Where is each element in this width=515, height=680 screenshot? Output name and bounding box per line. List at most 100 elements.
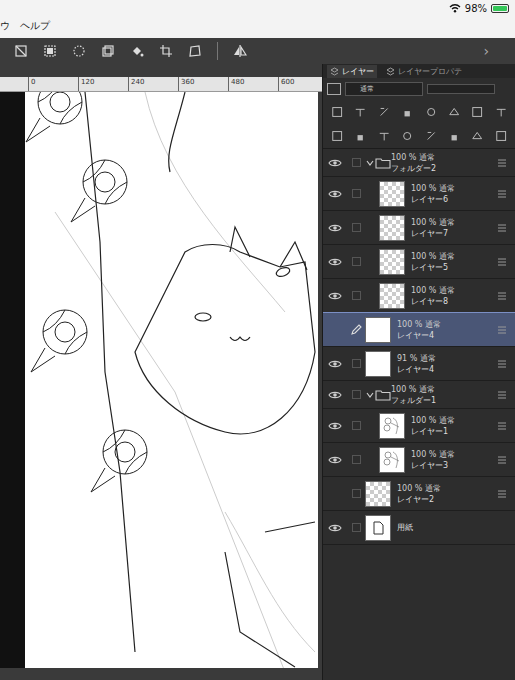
drag-handle[interactable] xyxy=(495,326,509,334)
visibility-toggle[interactable] xyxy=(323,523,347,533)
visibility-toggle[interactable] xyxy=(323,359,347,369)
layer-action-icon[interactable] xyxy=(378,129,390,143)
edit-state[interactable] xyxy=(347,390,365,399)
edit-state[interactable] xyxy=(347,257,365,266)
menu-item[interactable]: ヘルプ xyxy=(20,20,50,32)
drag-handle[interactable] xyxy=(495,360,509,368)
folder-row[interactable]: 100 % 通常フォルダー1 xyxy=(323,381,515,409)
layer-tool-icon[interactable] xyxy=(354,105,366,119)
chevron-icon[interactable] xyxy=(365,390,375,400)
drag-handle[interactable] xyxy=(495,159,509,167)
layer-tool-icon[interactable] xyxy=(401,105,413,119)
eye-icon[interactable] xyxy=(328,523,342,533)
checkbox-icon[interactable] xyxy=(352,359,361,368)
flip-icon[interactable] xyxy=(233,44,247,58)
edit-state[interactable] xyxy=(347,359,365,368)
layer-tool-icon[interactable] xyxy=(425,105,437,119)
panel-collapse-button[interactable]: › xyxy=(483,43,489,59)
layer-row[interactable]: 91 % 通常レイヤー4 xyxy=(323,347,515,381)
drag-handle[interactable] xyxy=(495,190,509,198)
drag-handle[interactable] xyxy=(495,456,509,464)
drag-handle-icon[interactable] xyxy=(497,422,507,430)
layer-tool-icon[interactable] xyxy=(331,105,343,119)
drag-handle-icon[interactable] xyxy=(497,326,507,334)
edit-state[interactable] xyxy=(347,523,365,532)
layer-action-icon[interactable] xyxy=(354,129,366,143)
layer-row[interactable]: 100 % 通常レイヤー3 xyxy=(323,443,515,477)
layer-row[interactable]: 100 % 通常レイヤー2 xyxy=(323,477,515,511)
edit-state[interactable] xyxy=(347,189,365,198)
eye-icon[interactable] xyxy=(328,390,342,400)
visibility-toggle[interactable] xyxy=(323,223,347,233)
drag-handle[interactable] xyxy=(495,490,509,498)
drag-handle-icon[interactable] xyxy=(497,159,507,167)
eye-icon[interactable] xyxy=(328,359,342,369)
eye-icon[interactable] xyxy=(328,455,342,465)
checkbox-icon[interactable] xyxy=(352,223,361,232)
layer-color-box[interactable] xyxy=(327,83,341,95)
copy-icon[interactable] xyxy=(101,44,115,58)
menu-item[interactable]: ウ xyxy=(0,20,10,32)
lasso-icon[interactable] xyxy=(72,44,86,58)
layer-row[interactable]: 100 % 通常レイヤー1 xyxy=(323,409,515,443)
layer-action-icon[interactable] xyxy=(425,129,437,143)
drag-handle-icon[interactable] xyxy=(497,391,507,399)
eye-icon[interactable] xyxy=(328,223,342,233)
drag-handle-icon[interactable] xyxy=(497,360,507,368)
clear-icon[interactable] xyxy=(14,44,28,58)
drag-handle-icon[interactable] xyxy=(497,190,507,198)
layer-tool-icon[interactable] xyxy=(471,105,483,119)
transform-icon[interactable] xyxy=(188,44,202,58)
folder-row[interactable]: 100 % 通常フォルダー2 xyxy=(323,149,515,177)
checkbox-icon[interactable] xyxy=(352,189,361,198)
crop-icon[interactable] xyxy=(159,44,173,58)
drag-handle[interactable] xyxy=(495,391,509,399)
eye-icon[interactable] xyxy=(328,257,342,267)
checkbox-icon[interactable] xyxy=(352,523,361,532)
select-icon[interactable] xyxy=(43,44,57,58)
eye-icon[interactable] xyxy=(328,291,342,301)
drag-handle-icon[interactable] xyxy=(497,490,507,498)
pen-icon[interactable] xyxy=(350,324,362,336)
canvas-artwork[interactable] xyxy=(25,92,318,668)
eye-icon[interactable] xyxy=(328,189,342,199)
visibility-toggle[interactable] xyxy=(323,158,347,168)
visibility-toggle[interactable] xyxy=(323,257,347,267)
edit-state[interactable] xyxy=(347,291,365,300)
layer-action-icon[interactable] xyxy=(471,129,483,143)
drag-handle[interactable] xyxy=(495,224,509,232)
checkbox-icon[interactable] xyxy=(352,158,361,167)
layer-tool-icon[interactable] xyxy=(448,105,460,119)
layer-row[interactable]: 100 % 通常レイヤー4 xyxy=(323,313,515,347)
visibility-toggle[interactable] xyxy=(323,291,347,301)
drag-handle-icon[interactable] xyxy=(497,292,507,300)
fill-icon[interactable] xyxy=(130,44,144,58)
blend-mode-select[interactable]: 通常 xyxy=(345,82,423,96)
checkbox-icon[interactable] xyxy=(352,390,361,399)
layer-row[interactable]: 100 % 通常レイヤー7 xyxy=(323,211,515,245)
drag-handle-icon[interactable] xyxy=(497,224,507,232)
eye-icon[interactable] xyxy=(328,158,342,168)
edit-state[interactable] xyxy=(347,489,365,498)
edit-state[interactable] xyxy=(347,324,365,336)
layer-row[interactable]: 100 % 通常レイヤー6 xyxy=(323,177,515,211)
layer-row[interactable]: 100 % 通常レイヤー8 xyxy=(323,279,515,313)
checkbox-icon[interactable] xyxy=(352,421,361,430)
visibility-toggle[interactable] xyxy=(323,455,347,465)
drag-handle[interactable] xyxy=(495,422,509,430)
layer-row[interactable]: 100 % 通常レイヤー5 xyxy=(323,245,515,279)
layer-tool-icon[interactable] xyxy=(495,105,507,119)
layer-action-icon[interactable] xyxy=(495,129,507,143)
edit-state[interactable] xyxy=(347,223,365,232)
chevron-icon[interactable] xyxy=(365,158,375,168)
checkbox-icon[interactable] xyxy=(352,257,361,266)
checkbox-icon[interactable] xyxy=(352,489,361,498)
eye-icon[interactable] xyxy=(328,421,342,431)
layer-action-icon[interactable] xyxy=(401,129,413,143)
canvas[interactable] xyxy=(25,92,318,668)
visibility-toggle[interactable] xyxy=(323,390,347,400)
drag-handle[interactable] xyxy=(495,292,509,300)
edit-state[interactable] xyxy=(347,158,365,167)
layer-action-icon[interactable] xyxy=(448,129,460,143)
visibility-toggle[interactable] xyxy=(323,189,347,199)
